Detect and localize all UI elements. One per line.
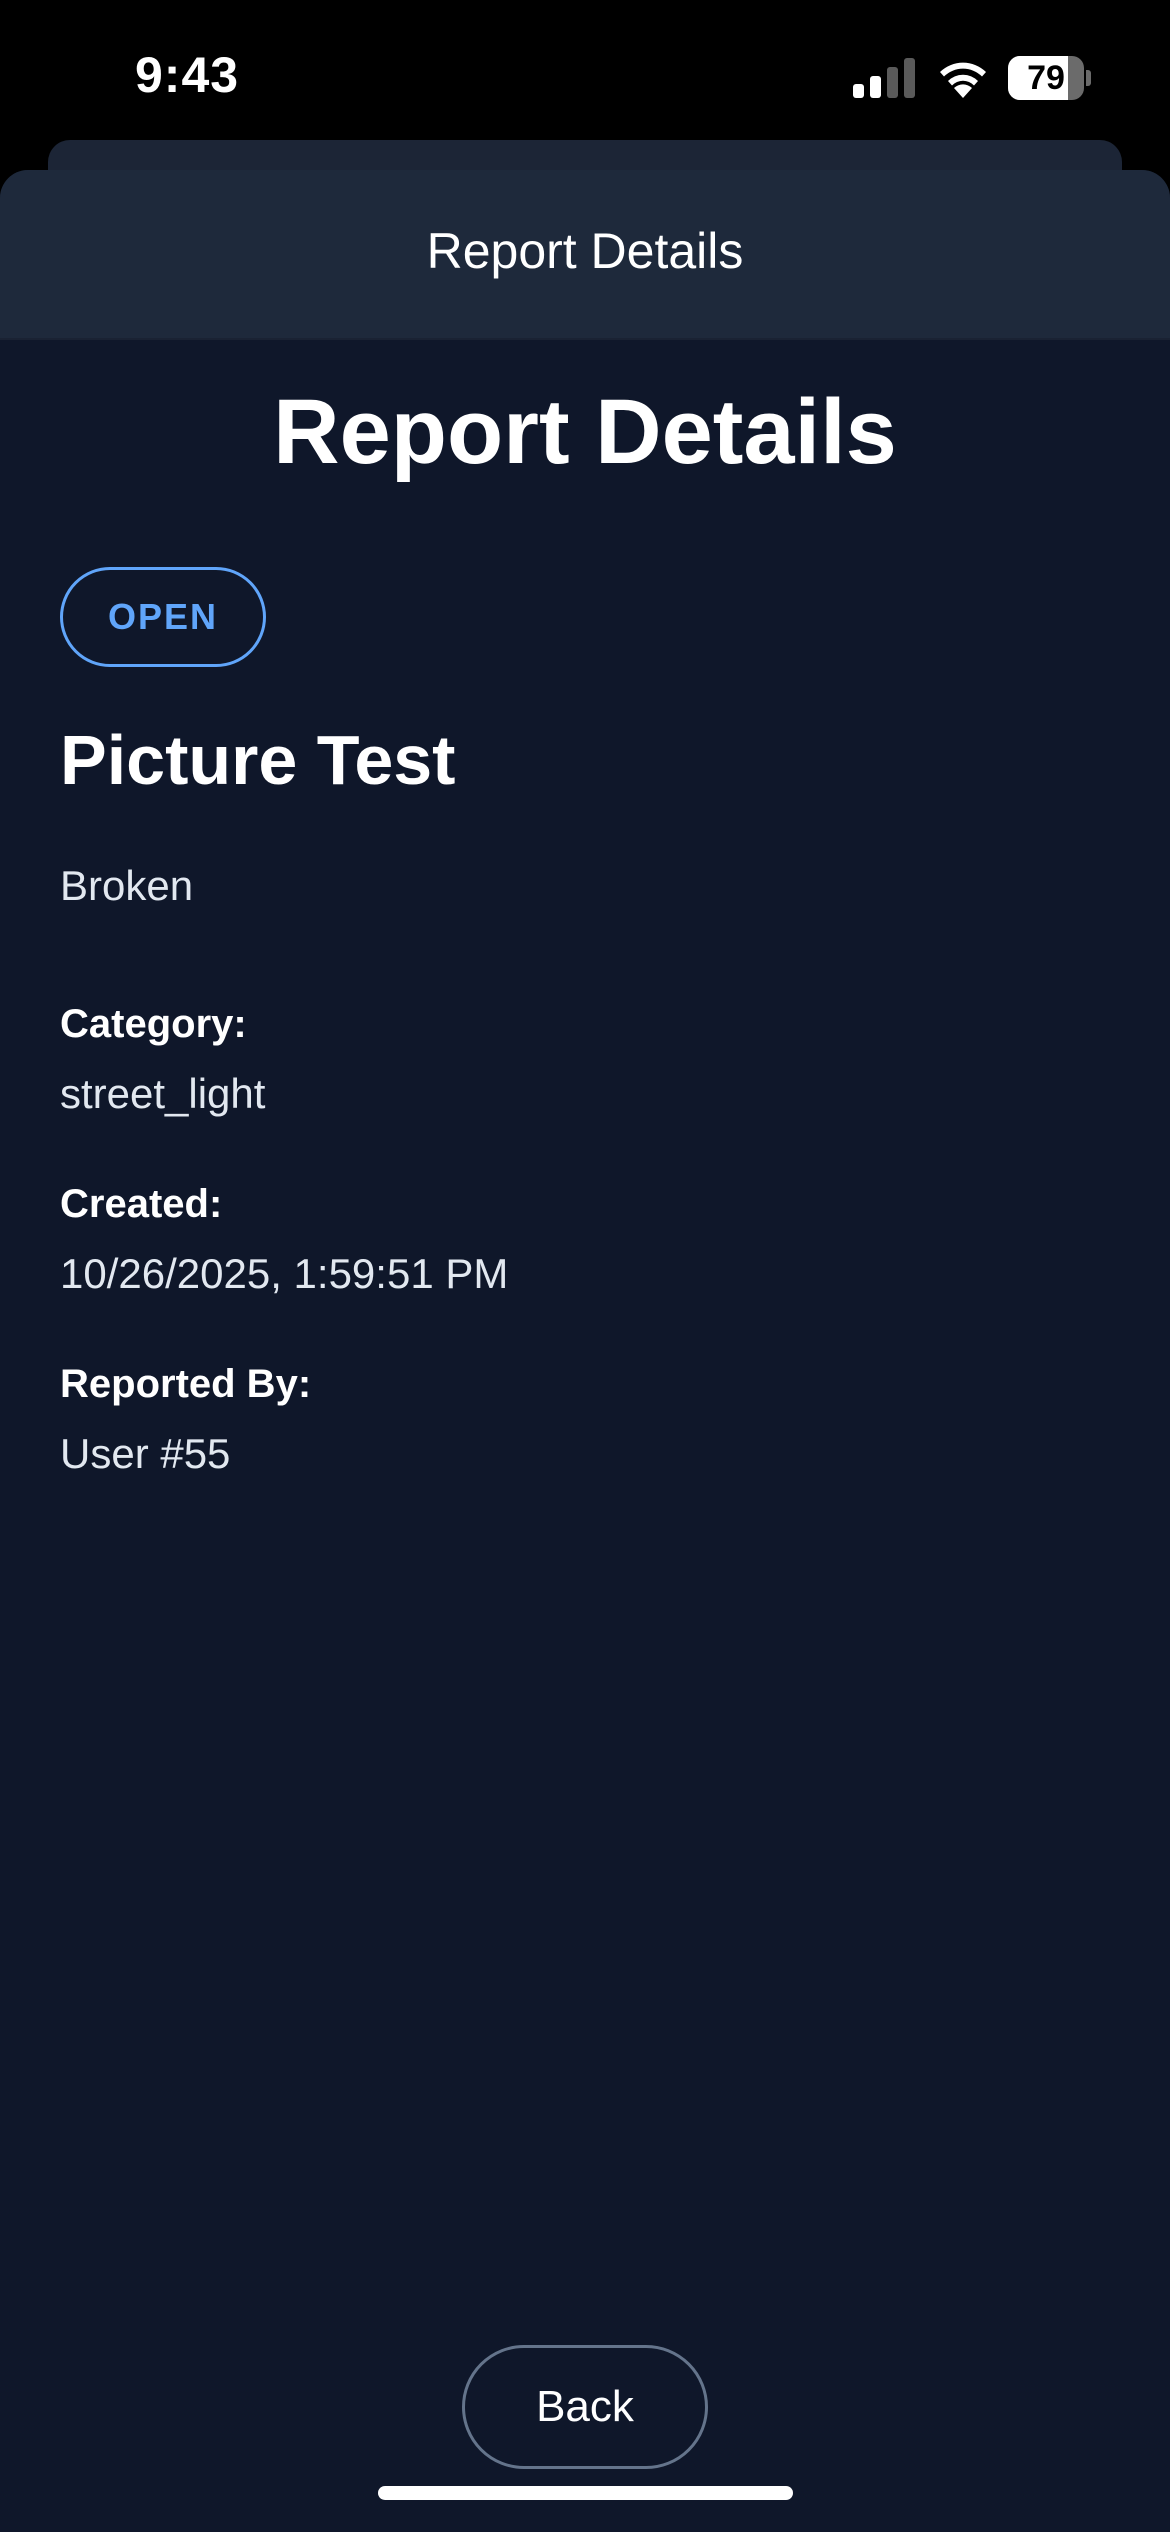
nav-header: Report Details bbox=[0, 170, 1170, 340]
wifi-icon bbox=[940, 62, 986, 98]
created-label: Created: bbox=[60, 1182, 223, 1226]
nav-title: Report Details bbox=[426, 223, 744, 279]
report-title: Picture Test bbox=[60, 721, 456, 799]
signal-icon bbox=[853, 58, 915, 98]
battery-cap bbox=[1086, 70, 1091, 86]
status-bar: 9:43 79 bbox=[0, 0, 1170, 140]
report-description: Broken bbox=[60, 862, 194, 909]
category-label: Category: bbox=[60, 1002, 247, 1046]
page-title: Report Details bbox=[273, 381, 897, 483]
battery-level: 79 bbox=[1027, 59, 1065, 97]
reported-by-label: Reported By: bbox=[60, 1362, 312, 1406]
battery-body: 79 bbox=[1008, 56, 1084, 100]
back-button[interactable]: Back bbox=[462, 2345, 708, 2469]
reported-by-value: User #55 bbox=[60, 1430, 231, 1477]
status-time: 9:43 bbox=[135, 47, 240, 103]
app-screen: 9:43 79 Report Details Report Details OP bbox=[0, 0, 1170, 2532]
report-details-sheet: Report Details Report Details OPEN Pictu… bbox=[0, 170, 1170, 2532]
battery-icon: 79 bbox=[1008, 56, 1091, 100]
home-indicator[interactable] bbox=[378, 2486, 793, 2500]
category-value: street_light bbox=[60, 1070, 266, 1117]
created-value: 10/26/2025, 1:59:51 PM bbox=[60, 1250, 509, 1297]
status-badge: OPEN bbox=[60, 567, 266, 667]
